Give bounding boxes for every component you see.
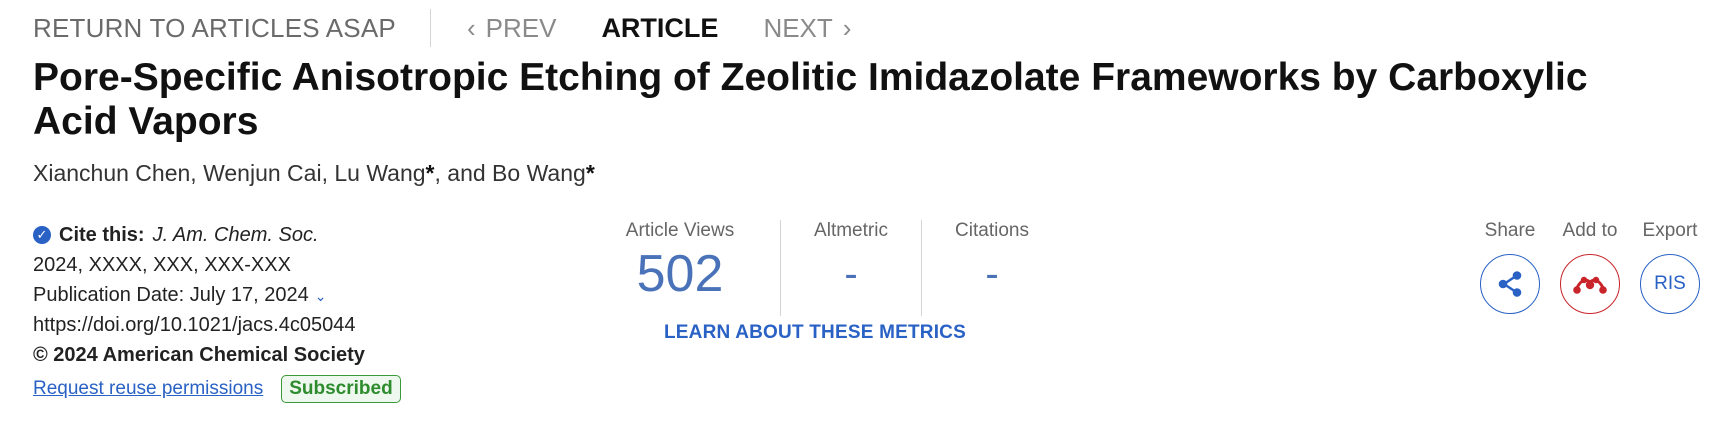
share-label: Share [1484,220,1536,241]
citations-label: Citations [955,220,1029,241]
cite-this-label: Cite this: [59,224,145,246]
learn-about-metrics-link[interactable]: LEARN ABOUT THESE METRICS [664,322,966,344]
author-separator: , [190,160,204,186]
altmetric-value: - [844,252,858,296]
share-action: Share [1470,220,1550,314]
reuse-row: Request reuse permissions Subscribed [33,374,553,404]
add-to-action: Add to [1550,220,1630,314]
doi-link[interactable]: https://doi.org/10.1021/jacs.4c05044 [33,310,553,340]
article-views-label: Article Views [625,220,735,241]
author-link[interactable]: Xianchun Chen [33,160,190,186]
chevron-right-icon: › [842,12,852,43]
export-ris-button[interactable]: RIS [1640,254,1700,314]
article-views-value: 502 [636,245,724,303]
publication-date-label: Publication Date: [33,284,185,306]
publication-date: July 17, 2024 [189,284,309,306]
author-list: Xianchun Chen, Wenjun Cai, Lu Wang*, and… [33,160,595,187]
author-link[interactable]: Wenjun Cai [203,160,321,186]
check-circle-icon: ✓ [33,226,51,244]
article-tab[interactable]: ARTICLE [601,13,718,44]
citation-details: 2024, XXXX, XXX, XXX-XXX [33,254,291,276]
share-icon [1498,271,1522,297]
prev-article-link[interactable]: ‹ PREV [467,13,556,44]
article-metrics: Article Views 502 Altmetric - Citations … [600,220,1062,320]
chevron-down-icon[interactable]: ⌄ [315,281,327,311]
corresponding-author-mark: * [585,160,595,186]
publication-date-row[interactable]: Publication Date: July 17, 2024 ⌄ [33,280,553,310]
share-button[interactable] [1480,254,1540,314]
add-to-mendeley-button[interactable] [1560,254,1620,314]
next-article-link[interactable]: NEXT › [763,13,851,44]
citations-metric[interactable]: Citations - [922,220,1062,320]
article-actions: Share Add to Export RIS [1470,220,1710,314]
export-label: Export [1642,220,1698,241]
return-to-articles-link[interactable]: RETURN TO ARTICLES ASAP [33,13,396,44]
mendeley-icon [1573,276,1607,294]
article-nav: RETURN TO ARTICLES ASAP ‹ PREV ARTICLE N… [33,8,851,48]
altmetric-label: Altmetric [814,220,888,241]
citations-value: - [985,252,999,296]
next-label: NEXT [763,12,833,43]
author-link[interactable]: Bo Wang [492,160,586,186]
subscribed-badge: Subscribed [281,375,401,403]
author-separator: , [321,160,335,186]
copyright-notice: © 2024 American Chemical Society [33,344,365,366]
chevron-left-icon: ‹ [466,12,476,43]
nav-divider [429,9,431,47]
article-title: Pore-Specific Anisotropic Etching of Zeo… [33,56,1588,143]
altmetric-metric[interactable]: Altmetric - [781,220,921,320]
article-meta: ✓ Cite this: J. Am. Chem. Soc. 2024, XXX… [33,220,553,404]
prev-label: PREV [485,12,557,43]
request-reuse-permissions-link[interactable]: Request reuse permissions [33,374,263,404]
article-views-metric: Article Views 502 [600,220,760,320]
export-action: Export RIS [1630,220,1710,314]
author-separator: , and [434,160,493,186]
journal-name: J. Am. Chem. Soc. [152,224,319,246]
author-link[interactable]: Lu Wang [334,160,425,186]
add-to-label: Add to [1562,220,1618,241]
corresponding-author-mark: * [425,160,435,186]
ris-label: RIS [1654,273,1686,294]
cite-this-row: ✓ Cite this: J. Am. Chem. Soc. 2024, XXX… [33,220,553,280]
